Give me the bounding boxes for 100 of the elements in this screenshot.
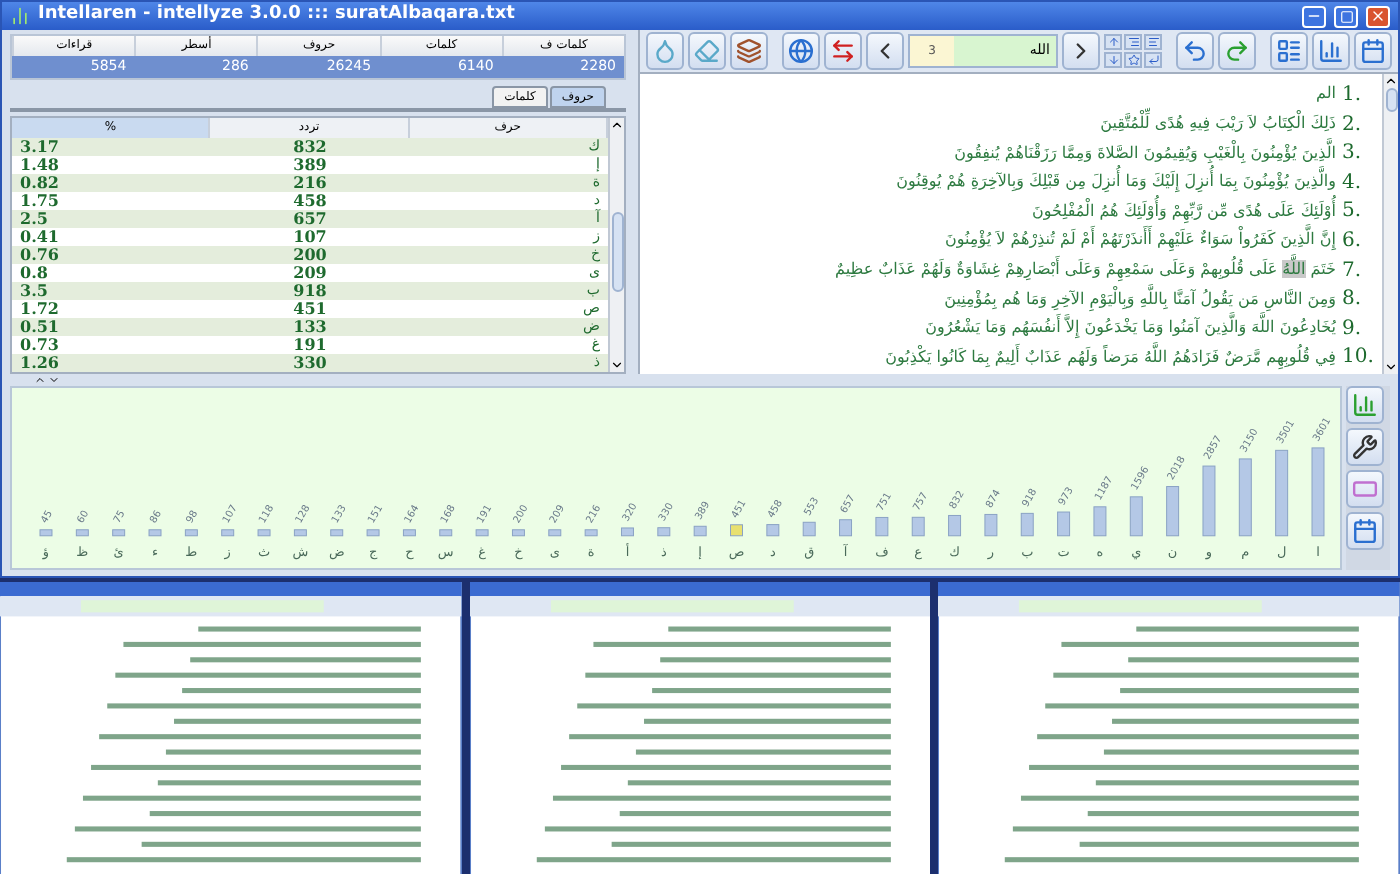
bar[interactable]: [1238, 458, 1252, 537]
bar[interactable]: [1057, 511, 1071, 537]
arrow-up-button[interactable]: [1104, 34, 1122, 51]
collapse-icon[interactable]: [48, 374, 60, 387]
scroll-thumb[interactable]: [1385, 88, 1397, 113]
eraser-button[interactable]: [688, 32, 726, 71]
verse-number: 6.: [1342, 227, 1364, 256]
bar[interactable]: [911, 517, 925, 537]
table-cell-text: 3.17: [18, 138, 61, 157]
undo-button[interactable]: [1176, 32, 1214, 71]
arrow-up-icon: [1107, 36, 1119, 49]
table-cell-text: 209: [291, 264, 329, 283]
bar[interactable]: [730, 524, 743, 537]
table-cell-text: 1.26: [18, 354, 61, 373]
align-right-button[interactable]: [1124, 34, 1142, 51]
bar[interactable]: [875, 517, 889, 537]
globe-icon: [788, 38, 814, 65]
verse-number: 4.: [1342, 169, 1364, 198]
bar[interactable]: [657, 527, 671, 537]
bar[interactable]: [257, 529, 271, 537]
tools-button[interactable]: [1346, 428, 1384, 467]
align-left-button[interactable]: [1144, 34, 1162, 51]
bar[interactable]: [1093, 506, 1107, 537]
scroll-up-icon[interactable]: [610, 118, 624, 133]
layers-button[interactable]: [730, 32, 768, 71]
bar[interactable]: [148, 529, 162, 537]
bar[interactable]: [1129, 496, 1143, 537]
bar[interactable]: [75, 529, 89, 537]
verse-text: الَّذِينَ يُؤْمِنُونَ بِالْغَيْبِ وَيُقِيمُونَ الصَّلاةَ وَمِمَّا رَزَقْنَاهُمْ يُنفِقُونَ: [954, 141, 1336, 166]
close-button[interactable]: [1366, 5, 1390, 28]
star-button[interactable]: [1124, 52, 1142, 69]
arrow-down-icon: [1107, 54, 1119, 67]
calendar-button[interactable]: [1346, 512, 1384, 551]
bar[interactable]: [293, 529, 307, 537]
minimize-button[interactable]: [1302, 5, 1326, 28]
bar[interactable]: [475, 529, 489, 537]
verse-text: والَّذِينَ يُؤْمِنُونَ بِمَا أُنزِلَ إِلَيْكَ وَمَا أُنزِلَ مِن قَبْلِكَ وَبِالآخِرَةِ هُمْ يُوقِنُونَ: [896, 170, 1336, 195]
next-button[interactable]: [1062, 32, 1100, 71]
bar[interactable]: [948, 515, 962, 537]
calendar-button[interactable]: [1354, 32, 1392, 71]
maximize-button[interactable]: [1334, 5, 1358, 28]
bar[interactable]: [548, 529, 562, 537]
bar[interactable]: [112, 529, 126, 537]
verse-text: وَمِنَ النَّاسِ مَن يَقُولُ آمَنَّا بِاللَّهِ وَبِالْيَوْمِ الآخِرِ وَمَا هُم بِمُؤْمِنِينَ: [944, 287, 1336, 312]
bar[interactable]: [366, 529, 380, 537]
return-arrow-button[interactable]: [1144, 52, 1162, 69]
verse-text: ذَلِكَ الْكِتَابُ لاَ رَيْبَ فِيهِ هُدًى لِّلْمُتَّقِينَ: [1100, 112, 1336, 137]
arrow-down-button[interactable]: [1104, 52, 1122, 69]
bar[interactable]: [1020, 513, 1034, 537]
bar[interactable]: [184, 529, 198, 537]
bar[interactable]: [693, 526, 707, 537]
table-cell-text: 657: [291, 210, 329, 229]
table-cell-text: 1.75: [18, 192, 61, 211]
bar[interactable]: [584, 529, 598, 537]
bar[interactable]: [1275, 450, 1289, 537]
scrollbar[interactable]: [1382, 74, 1398, 375]
list-view-button[interactable]: [1270, 32, 1308, 71]
bar[interactable]: [1166, 486, 1180, 537]
table-cell-text: 0.41: [18, 228, 61, 247]
maximize-icon: [1339, 9, 1353, 24]
bar[interactable]: [439, 529, 453, 537]
table-cell-text: 133: [291, 318, 329, 337]
verse-number: 3.: [1342, 140, 1364, 169]
bar[interactable]: [330, 529, 344, 537]
scroll-down-icon[interactable]: [1384, 360, 1398, 375]
bar[interactable]: [984, 514, 998, 537]
window-title: Intellaren - intellyze 3.0.0 ::: suratAlbaqara.txt: [38, 2, 515, 29]
redo-button[interactable]: [1218, 32, 1256, 71]
bar[interactable]: [402, 529, 416, 537]
verse-number: 7.: [1342, 257, 1364, 285]
list-view-icon: [1276, 38, 1302, 65]
swap-arrows-button[interactable]: [824, 32, 862, 71]
scroll-thumb[interactable]: [611, 212, 623, 293]
calendar-icon: [1360, 38, 1386, 65]
verse-number: 1.: [1342, 81, 1364, 110]
bar[interactable]: [511, 529, 525, 537]
table-cell-text: 0.82: [18, 174, 61, 193]
scrollbar[interactable]: [608, 118, 624, 373]
bar[interactable]: [839, 519, 853, 537]
rectangle-icon: [1352, 476, 1378, 503]
bar[interactable]: [1202, 465, 1216, 537]
bar[interactable]: [39, 529, 53, 537]
bar[interactable]: [802, 522, 816, 537]
bar[interactable]: [766, 524, 780, 537]
previous-button[interactable]: [866, 32, 904, 71]
verse-text: الم: [1316, 82, 1336, 107]
bar-chart-button[interactable]: [1312, 32, 1350, 71]
align-right-icon: [1127, 36, 1139, 49]
table-cell-text: 330: [291, 354, 329, 373]
table-cell-text: 191: [291, 336, 329, 355]
globe-button[interactable]: [782, 32, 820, 71]
bar[interactable]: [1311, 447, 1325, 537]
bar[interactable]: [621, 527, 634, 537]
verse-number: 5.: [1342, 198, 1364, 227]
bar[interactable]: [221, 529, 235, 537]
scroll-up-icon[interactable]: [1384, 74, 1398, 89]
scroll-down-icon[interactable]: [610, 358, 624, 373]
expand-icon[interactable]: [34, 374, 46, 387]
table-cell-text: 3.5: [18, 282, 50, 301]
droplet-button[interactable]: [646, 32, 684, 71]
